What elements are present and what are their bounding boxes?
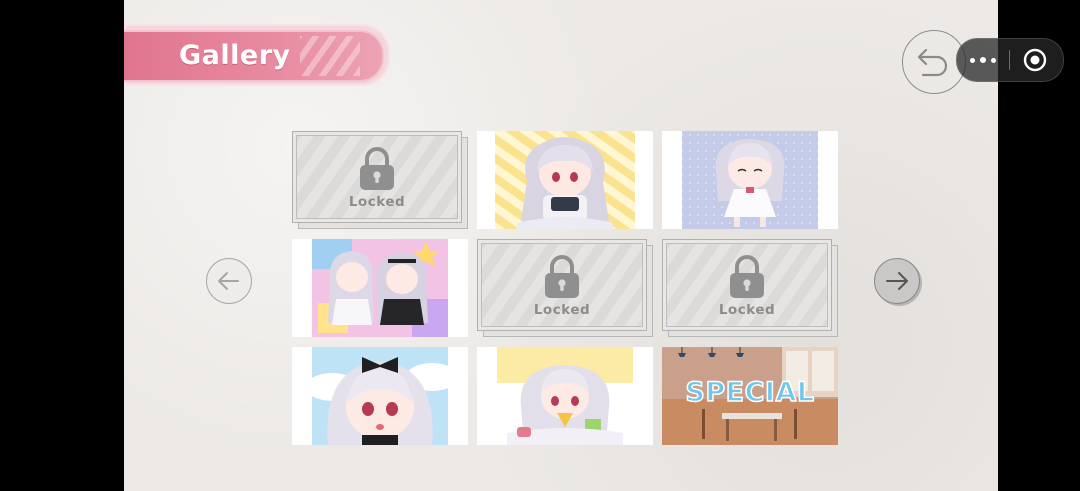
prev-page-button[interactable]	[206, 258, 252, 304]
gallery-item-bow-girl[interactable]	[292, 347, 468, 445]
artwork-thumbnail	[292, 239, 468, 337]
chibi-snack-art	[497, 347, 633, 445]
mini-program-capsule	[956, 38, 1064, 82]
more-button[interactable]	[957, 39, 1009, 81]
chibi-duo-art	[312, 239, 448, 337]
gallery-item-special[interactable]: SPECIAL	[662, 347, 838, 445]
arrow-right-icon	[886, 272, 908, 290]
gallery-item-dress-girl[interactable]	[662, 131, 838, 229]
more-dot	[980, 57, 986, 63]
back-arrow-icon	[917, 48, 948, 77]
padlock-icon	[360, 147, 394, 190]
capsule-divider	[1009, 50, 1010, 70]
gallery-item-console-girl[interactable]	[477, 131, 653, 229]
gallery-item-two-girls[interactable]	[292, 239, 468, 337]
page-title: Gallery	[179, 40, 291, 71]
locked-tile: Locked	[292, 131, 468, 229]
target-circle-icon	[1023, 48, 1047, 72]
locked-tile: Locked	[662, 239, 838, 337]
locked-tile-front: Locked	[477, 239, 647, 331]
gallery-screen: Gallery Locked Locked Locked SPECIAL	[124, 0, 998, 491]
title-banner: Gallery	[124, 24, 390, 86]
gallery-item-locked[interactable]: Locked	[662, 239, 838, 337]
artwork-thumbnail	[477, 131, 653, 229]
locked-label: Locked	[533, 302, 591, 318]
arrow-left-icon	[218, 272, 239, 290]
artwork-thumbnail	[477, 347, 653, 445]
gallery-item-locked[interactable]: Locked	[477, 239, 653, 337]
chibi-dress-art	[682, 131, 818, 229]
gallery-item-locked[interactable]: Locked	[292, 131, 468, 229]
close-program-button[interactable]	[1023, 48, 1047, 72]
locked-label: Locked	[718, 302, 776, 318]
title-stripes	[300, 36, 360, 76]
artwork-thumbnail: SPECIAL	[662, 347, 838, 445]
padlock-icon	[545, 255, 579, 298]
more-dot	[970, 58, 975, 63]
artwork-thumbnail	[662, 131, 838, 229]
special-label: SPECIAL	[685, 376, 815, 409]
chibi-console-art	[495, 131, 635, 229]
more-dot	[991, 58, 996, 63]
locked-tile: Locked	[477, 239, 653, 337]
padlock-icon	[730, 255, 764, 298]
locked-tile-front: Locked	[662, 239, 832, 331]
title-banner-inner: Gallery	[124, 30, 384, 82]
artwork-thumbnail	[292, 347, 468, 445]
next-page-button[interactable]	[874, 258, 920, 304]
locked-tile-front: Locked	[292, 131, 462, 223]
chibi-bow-art	[306, 347, 458, 445]
gallery-item-snack-girl[interactable]	[477, 347, 653, 445]
locked-label: Locked	[348, 194, 406, 210]
